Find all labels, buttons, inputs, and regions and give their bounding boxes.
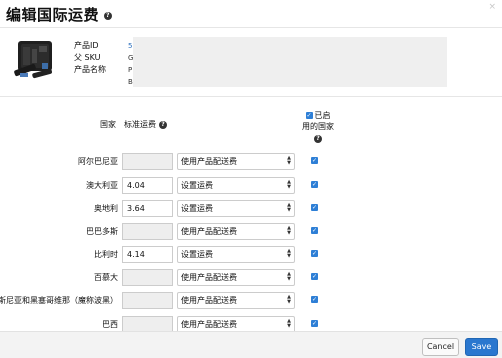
close-icon[interactable]: × — [488, 2, 496, 12]
country-column-header: 国家 — [100, 120, 116, 129]
dialog-title-text: 编辑国际运费 — [6, 6, 100, 24]
redacted-product-details — [133, 37, 447, 87]
fee-option-value: 使用产品配送费 — [181, 320, 237, 329]
table-row: 波斯尼亚和黑塞哥维那（魔称波黑） 使用产品配送费 ▲ ▼ ✓ — [0, 291, 330, 311]
table-row: 巴巴多斯 使用产品配送费 ▲ ▼ ✓ — [0, 222, 330, 242]
product-id-label: 产品ID — [74, 41, 99, 50]
fee-option-value: 使用产品配送费 — [181, 157, 237, 166]
save-button[interactable]: Save — [465, 338, 498, 356]
fee-input[interactable] — [122, 269, 173, 286]
fee-option-select[interactable]: 使用产品配送费 ▲ ▼ — [177, 153, 295, 170]
enabled-checkbox[interactable]: ✓ — [311, 250, 318, 257]
product-field-labels: 产品ID 父 SKU 产品名称 — [74, 40, 106, 76]
parent-sku-label: 父 SKU — [74, 53, 101, 62]
fee-input[interactable]: 4.04 — [122, 177, 173, 194]
enabled-header-line2: 用的国家 — [302, 122, 334, 131]
table-row: 百慕大 使用产品配送费 ▲ ▼ ✓ — [0, 268, 330, 288]
table-row: 比利时 4.14 设置运费 ▲ ▼ ✓ — [0, 245, 330, 265]
fee-option-select[interactable]: 使用产品配送费 ▲ ▼ — [177, 269, 295, 286]
enabled-checkbox[interactable]: ✓ — [311, 227, 318, 234]
select-arrows-icon: ▲ ▼ — [287, 318, 291, 329]
fee-option-select[interactable]: 使用产品配送费 ▲ ▼ — [177, 223, 295, 240]
enabled-checkbox[interactable]: ✓ — [311, 181, 318, 188]
enabled-checkbox[interactable]: ✓ — [311, 320, 318, 327]
fee-option-value: 设置运费 — [181, 204, 213, 213]
select-arrows-icon: ▲ ▼ — [287, 271, 291, 282]
enabled-countries-column-header: ✓ 已启 用的国家 ? — [293, 110, 343, 143]
enabled-checkbox[interactable]: ✓ — [311, 157, 318, 164]
country-name: 澳大利亚 — [86, 181, 118, 190]
enabled-checkbox[interactable]: ✓ — [311, 273, 318, 280]
fee-option-select[interactable]: 设置运费 ▲ ▼ — [177, 177, 295, 194]
help-icon[interactable]: ? — [314, 135, 322, 143]
fee-option-select[interactable]: 设置运费 ▲ ▼ — [177, 200, 295, 217]
country-name: 波斯尼亚和黑塞哥维那（魔称波黑） — [0, 296, 118, 305]
enabled-checkbox[interactable]: ✓ — [311, 296, 318, 303]
fee-option-value: 使用产品配送费 — [181, 227, 237, 236]
fee-option-value: 设置运费 — [181, 181, 213, 190]
fee-option-select[interactable]: 设置运费 ▲ ▼ — [177, 246, 295, 263]
cancel-button[interactable]: Cancel — [422, 338, 459, 356]
fee-input[interactable] — [122, 292, 173, 309]
select-arrows-icon: ▲ ▼ — [287, 248, 291, 259]
country-name: 阿尔巴尼亚 — [78, 157, 118, 166]
country-name: 百慕大 — [94, 273, 118, 282]
select-arrows-icon: ▲ ▼ — [287, 225, 291, 236]
dialog-title: 编辑国际运费 ? — [6, 4, 113, 25]
fee-input[interactable] — [122, 153, 173, 170]
fee-input[interactable] — [122, 223, 173, 240]
standard-fee-header-text: 标准运费 — [124, 120, 156, 129]
fee-option-value: 设置运费 — [181, 250, 213, 259]
table-row: 澳大利亚 4.04 设置运费 ▲ ▼ ✓ — [0, 176, 330, 196]
standard-fee-column-header: 标准运费 ? — [124, 119, 167, 130]
select-arrows-icon: ▲ ▼ — [287, 179, 291, 190]
select-arrows-icon: ▲ ▼ — [287, 202, 291, 213]
fee-option-value: 使用产品配送费 — [181, 273, 237, 282]
country-name: 巴西 — [102, 320, 118, 329]
product-name-label: 产品名称 — [74, 65, 106, 74]
help-icon[interactable]: ? — [104, 11, 113, 20]
fee-input[interactable]: 3.64 — [122, 200, 173, 217]
country-name: 比利时 — [94, 250, 118, 259]
fee-option-value: 使用产品配送费 — [181, 296, 237, 305]
modal-footer: Cancel Save — [0, 331, 502, 358]
country-name: 巴巴多斯 — [86, 227, 118, 236]
help-icon[interactable]: ? — [159, 120, 167, 129]
enabled-header-line1: 已启 — [314, 111, 331, 120]
table-row: 奥地利 3.64 设置运费 ▲ ▼ ✓ — [0, 199, 330, 219]
select-arrows-icon: ▲ ▼ — [287, 155, 291, 166]
table-row: 阿尔巴尼亚 使用产品配送费 ▲ ▼ ✓ — [0, 152, 330, 172]
select-all-checkbox[interactable]: ✓ — [305, 112, 313, 119]
select-arrows-icon: ▲ ▼ — [287, 294, 291, 305]
enabled-checkbox[interactable]: ✓ — [311, 204, 318, 211]
fee-input[interactable]: 4.14 — [122, 246, 173, 263]
product-thumbnail — [14, 41, 52, 79]
country-name: 奥地利 — [94, 204, 118, 213]
header-divider — [0, 27, 502, 28]
product-divider — [0, 96, 502, 97]
fee-option-select[interactable]: 使用产品配送费 ▲ ▼ — [177, 292, 295, 309]
